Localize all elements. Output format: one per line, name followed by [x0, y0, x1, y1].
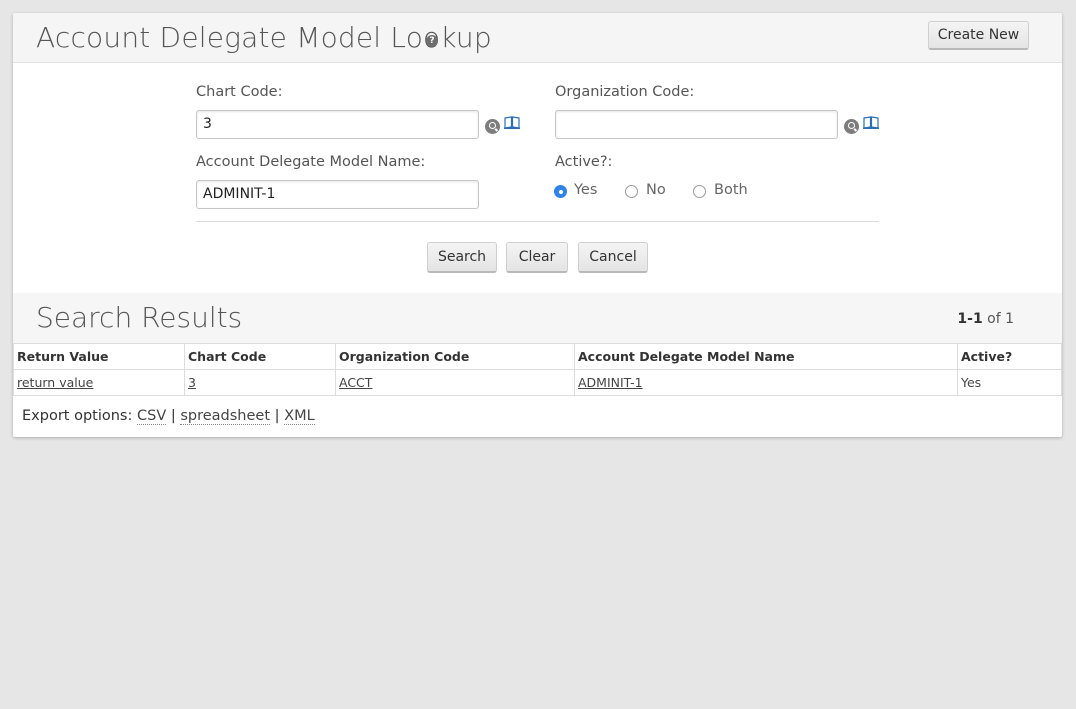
export-spreadsheet-link[interactable]: spreadsheet — [180, 408, 271, 425]
organization-code-book-icon[interactable] — [863, 116, 879, 129]
chart-code-search-icon[interactable] — [485, 119, 500, 134]
column-header-return-value[interactable]: Return Value — [13, 343, 185, 370]
table-row: return value 3 ACCT ADMINIT-1 Yes — [13, 369, 1062, 396]
table-cell: 3 — [184, 369, 336, 396]
column-header-model-name[interactable]: Account Delegate Model Name — [574, 343, 958, 370]
organization-code-search-icon[interactable] — [844, 119, 859, 134]
chart-code-book-icon[interactable] — [504, 116, 520, 129]
export-xml-link[interactable]: XML — [284, 408, 315, 425]
return-value-link[interactable]: return value — [17, 375, 93, 390]
results-table: Return Value Chart Code Organization Cod… — [13, 343, 1062, 396]
organization-code-label: Organization Code: — [555, 84, 695, 100]
table-cell: ACCT — [335, 369, 575, 396]
page-header: Account Delegate Model Lookup ? Create N… — [13, 13, 1062, 63]
column-header-chart-code[interactable]: Chart Code — [184, 343, 336, 370]
table-cell: ADMINIT-1 — [574, 369, 958, 396]
table-cell: return value — [13, 369, 185, 396]
form-divider — [196, 221, 879, 222]
active-label: Active?: — [555, 154, 613, 170]
results-header: Search Results 1-1 of 1 — [13, 293, 1062, 343]
organization-code-link[interactable]: ACCT — [339, 375, 372, 390]
page-title: Account Delegate Model Lookup — [36, 21, 492, 54]
chart-code-input[interactable]: 3 — [196, 110, 479, 139]
export-label: Export options: — [22, 408, 133, 424]
results-count: 1-1 of 1 — [957, 311, 1014, 327]
export-separator: | — [274, 408, 280, 424]
column-header-active[interactable]: Active? — [957, 343, 1062, 370]
search-button[interactable]: Search — [427, 242, 497, 273]
clear-button[interactable]: Clear — [506, 242, 568, 273]
active-yes-label: Yes — [574, 182, 598, 198]
question-circle-icon[interactable]: ? — [426, 35, 438, 47]
create-new-button[interactable]: Create New — [928, 21, 1029, 50]
active-cell: Yes — [957, 369, 1062, 396]
export-csv-link[interactable]: CSV — [136, 408, 167, 425]
table-header-row: Return Value Chart Code Organization Cod… — [13, 343, 1062, 370]
active-no-radio[interactable] — [625, 185, 638, 198]
export-options: Export options: CSV | spreadsheet | XML — [22, 408, 315, 425]
organization-code-input[interactable] — [555, 110, 838, 139]
results-title: Search Results — [36, 301, 243, 334]
chart-code-label: Chart Code: — [196, 84, 283, 100]
model-name-link[interactable]: ADMINIT-1 — [578, 375, 643, 390]
active-no-label: No — [646, 182, 666, 198]
model-name-input[interactable]: ADMINIT-1 — [196, 180, 479, 209]
cancel-button[interactable]: Cancel — [578, 242, 648, 273]
chart-code-link[interactable]: 3 — [188, 375, 196, 390]
column-header-organization-code[interactable]: Organization Code — [335, 343, 575, 370]
results-count-total: of 1 — [987, 311, 1014, 327]
results-count-range: 1-1 — [957, 311, 983, 327]
lookup-panel: Account Delegate Model Lookup ? Create N… — [13, 13, 1062, 437]
export-separator: | — [170, 408, 176, 424]
active-both-label: Both — [714, 182, 748, 198]
active-both-radio[interactable] — [693, 185, 706, 198]
active-yes-radio[interactable] — [554, 185, 567, 198]
model-name-label: Account Delegate Model Name: — [196, 154, 426, 170]
